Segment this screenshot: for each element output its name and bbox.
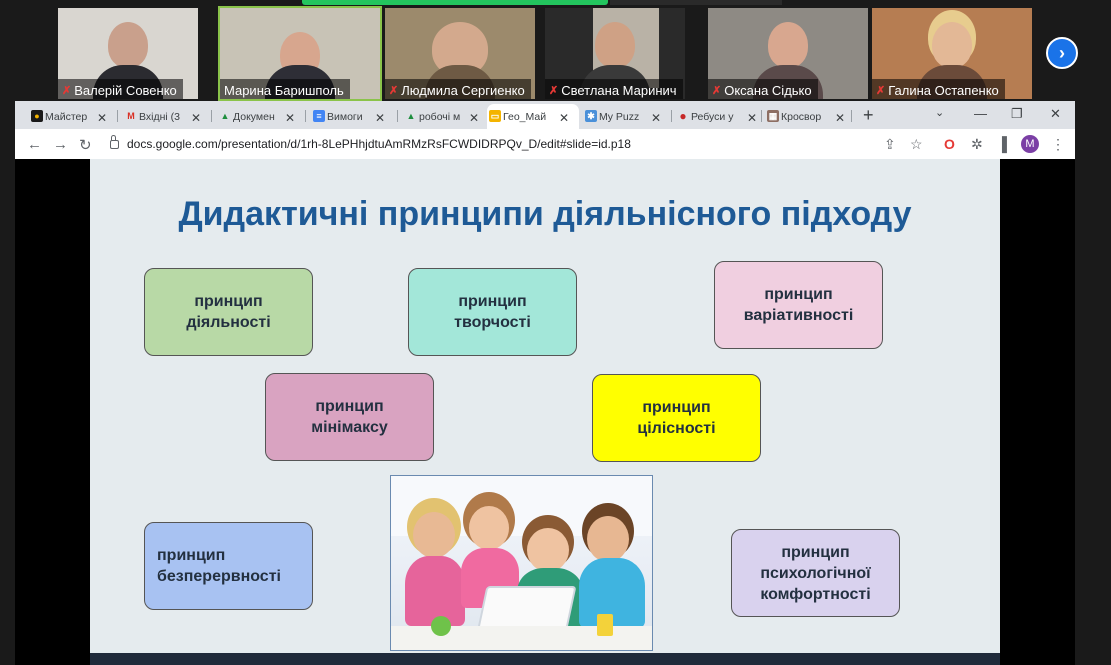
browser-tab[interactable]: ≡ Вимоги ✕ bbox=[311, 104, 393, 129]
lock-icon bbox=[110, 134, 119, 149]
browser-window: ● Майстер ✕ M Вхідні (3 ✕ ▲ Докумен ✕ ≡ … bbox=[15, 101, 1075, 665]
profile-avatar[interactable]: M bbox=[1021, 135, 1039, 153]
participant-name: ✗ Валерій Совенко bbox=[58, 79, 183, 99]
crossword-icon: ▦ bbox=[767, 110, 779, 122]
browser-tab[interactable]: ✱ My Puzz ✕ bbox=[583, 104, 667, 129]
close-window-icon[interactable]: ✕ bbox=[1050, 106, 1061, 122]
restore-icon[interactable]: ❐ bbox=[1011, 106, 1023, 122]
tab-strip: ● Майстер ✕ M Вхідні (3 ✕ ▲ Докумен ✕ ≡ … bbox=[15, 101, 1075, 129]
reload-icon[interactable]: ↻ bbox=[79, 136, 92, 154]
back-arrow-icon[interactable]: ← bbox=[27, 136, 42, 153]
browser-tab[interactable]: ● Ребуси у ✕ bbox=[675, 104, 761, 129]
drive-icon: ▲ bbox=[220, 111, 230, 121]
close-icon[interactable]: ✕ bbox=[747, 111, 757, 125]
opera-extension-icon[interactable]: O bbox=[944, 136, 955, 152]
url-field[interactable]: docs.google.com/presentation/d/1rh-8LePH… bbox=[110, 132, 640, 156]
principle-box: принцип діяльності bbox=[144, 268, 313, 356]
close-icon[interactable]: ✕ bbox=[651, 111, 661, 125]
more-menu-icon[interactable]: ⋮ bbox=[1051, 136, 1065, 153]
opera-icon: ● bbox=[679, 109, 687, 123]
participant-name: ✗ Оксана Сідько bbox=[708, 79, 818, 99]
drive-icon: ▲ bbox=[406, 111, 416, 121]
browser-tab-active[interactable]: ▭ Гео_Май ✕ bbox=[487, 104, 579, 129]
principle-box: принцип психологічної комфортності bbox=[731, 529, 900, 617]
browser-tab[interactable]: ▲ робочі м ✕ bbox=[403, 104, 485, 129]
participant-name: ✗ Светлана Маринич bbox=[545, 79, 683, 99]
new-tab-plus-icon[interactable]: + bbox=[863, 105, 874, 126]
gmail-icon: M bbox=[127, 111, 135, 121]
slide-footer-strip bbox=[90, 653, 1000, 665]
close-icon[interactable]: ✕ bbox=[97, 111, 107, 125]
close-icon[interactable]: ✕ bbox=[285, 111, 295, 125]
mic-off-icon: ✗ bbox=[389, 84, 399, 97]
principle-box: принцип безперервності bbox=[144, 522, 313, 610]
participant-tile[interactable]: ✗ Людмила Сергиенко bbox=[385, 8, 535, 99]
principle-box: принцип цілісності bbox=[592, 374, 761, 462]
docs-icon: ≡ bbox=[313, 110, 325, 122]
close-icon[interactable]: ✕ bbox=[835, 111, 845, 125]
address-bar-row: ← → ↻ docs.google.com/presentation/d/1rh… bbox=[15, 129, 1075, 159]
participant-name: Марина Баришполь bbox=[220, 79, 350, 99]
mystery-icon: ● bbox=[31, 110, 43, 122]
participant-tile[interactable]: ✗ Валерій Совенко bbox=[58, 8, 198, 99]
principle-box: принцип варіативності bbox=[714, 261, 883, 349]
forward-arrow-icon[interactable]: → bbox=[53, 136, 68, 153]
minimize-icon[interactable]: — bbox=[974, 106, 987, 121]
children-with-tablet-image bbox=[390, 475, 653, 651]
slide-title: Дидактичні принципи діяльнісного підходу bbox=[178, 195, 912, 233]
mic-off-icon: ✗ bbox=[549, 84, 559, 97]
browser-tab[interactable]: ▦ Кросвор ✕ bbox=[765, 104, 849, 129]
mic-off-icon: ✗ bbox=[62, 84, 72, 97]
participant-tile[interactable]: ✗ Светлана Маринич bbox=[545, 8, 685, 99]
browser-tab[interactable]: M Вхідні (3 ✕ bbox=[123, 104, 205, 129]
browser-tab[interactable]: ● Майстер ✕ bbox=[29, 104, 111, 129]
mic-off-icon: ✗ bbox=[876, 84, 886, 97]
principle-box: принцип творчості bbox=[408, 268, 577, 356]
participant-tile-speaking[interactable]: Марина Баришполь bbox=[218, 6, 382, 101]
participant-tile[interactable]: ✗ Оксана Сідько bbox=[708, 8, 868, 99]
participant-name: ✗ Людмила Сергиенко bbox=[385, 79, 531, 99]
browser-tab[interactable]: ▲ Докумен ✕ bbox=[217, 104, 299, 129]
close-icon[interactable]: ✕ bbox=[375, 111, 385, 125]
toolbar-bar bbox=[610, 0, 782, 5]
chevron-down-icon[interactable]: ⌄ bbox=[935, 106, 944, 119]
mic-off-icon: ✗ bbox=[712, 84, 722, 97]
url-text: docs.google.com/presentation/d/1rh-8LePH… bbox=[127, 137, 631, 151]
slides-icon: ▭ bbox=[489, 110, 501, 122]
puzzle-icon: ✱ bbox=[585, 110, 597, 122]
side-panel-icon[interactable]: ▐ bbox=[997, 136, 1007, 152]
presentation-viewport: Дидактичні принципи діяльнісного підходу… bbox=[15, 159, 1075, 665]
sharing-indicator-bar bbox=[302, 0, 608, 5]
participant-name: ✗ Галина Остапенко bbox=[872, 79, 1005, 99]
chevron-right-icon[interactable]: › bbox=[1046, 37, 1078, 69]
meeting-participant-strip: ✗ Валерій Совенко Марина Баришполь ✗ Людми… bbox=[0, 0, 1111, 101]
extensions-puzzle-icon[interactable]: ✲ bbox=[971, 136, 983, 153]
close-icon[interactable]: ✕ bbox=[191, 111, 201, 125]
close-icon[interactable]: ✕ bbox=[469, 111, 479, 125]
participant-tile[interactable]: ✗ Галина Остапенко bbox=[872, 8, 1032, 99]
principle-box: принцип мінімаксу bbox=[265, 373, 434, 461]
star-icon[interactable]: ☆ bbox=[910, 136, 923, 153]
share-icon[interactable]: ⇪ bbox=[884, 136, 896, 153]
close-icon[interactable]: ✕ bbox=[559, 111, 569, 125]
slide: Дидактичні принципи діяльнісного підходу… bbox=[90, 159, 1000, 653]
